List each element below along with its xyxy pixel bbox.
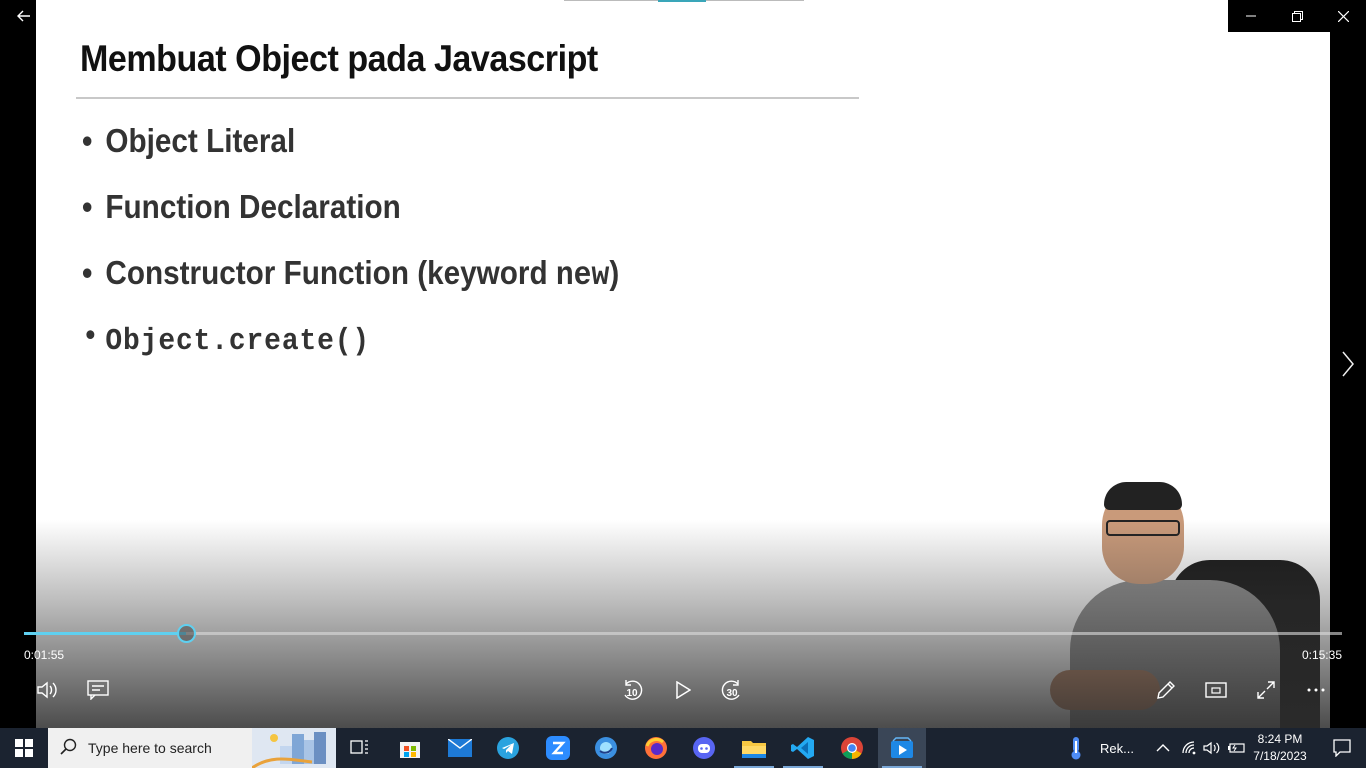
taskbar-app-browser[interactable] [582,728,630,768]
battery-icon [1228,743,1245,753]
notification-center-button[interactable] [1318,728,1366,768]
windows-logo-icon [15,739,33,757]
task-view-button[interactable] [336,728,384,768]
chrome-icon [841,737,863,759]
firefox-icon [645,737,667,759]
taskbar-app-media-player[interactable] [878,728,926,768]
slide-top-indicator [564,0,804,2]
close-button[interactable] [1320,0,1366,32]
edit-button[interactable] [1150,674,1182,706]
bullet-text: Object.create() [105,324,371,359]
slide-title: Membuat Object pada Javascript [80,38,598,79]
mail-icon [448,739,472,757]
weather-label: Rek... [1100,740,1134,756]
window-controls [1228,0,1366,32]
skip-forward-seconds: 30 [726,688,738,699]
clock-time: 8:24 PM [1257,732,1303,746]
taskbar-app-chrome[interactable] [828,728,876,768]
bullet-suffix: ) [609,254,620,291]
browser-globe-icon [595,737,617,759]
mini-view-button[interactable] [1200,674,1232,706]
show-hidden-icons-button[interactable] [1156,728,1170,768]
weather-widget[interactable]: Rek... [1066,728,1134,768]
taskbar-app-mail[interactable] [436,728,484,768]
next-slide-button[interactable] [1330,340,1366,388]
speaker-tray-icon [1203,741,1220,755]
presenter-hair [1104,482,1182,510]
taskbar-app-zoom[interactable] [534,728,582,768]
start-button[interactable] [0,728,48,768]
minimize-icon [1246,15,1256,17]
taskbar-app-file-explorer[interactable] [730,728,778,768]
slide-top-indicator-segment [658,0,706,2]
seek-bar-fill [24,632,187,635]
taskbar-clock[interactable]: 8:24 PM 7/18/2023 [1250,731,1310,765]
title-divider [76,97,859,99]
search-placeholder: Type here to search [88,740,212,756]
restore-button[interactable] [1274,0,1320,32]
back-button[interactable] [0,0,48,32]
restore-icon [1291,10,1303,22]
taskbar-app-discord[interactable] [680,728,728,768]
taskbar-app-store[interactable] [386,728,434,768]
bullet-code-keyword: new [555,257,610,294]
bullet-constructor-function: Constructor Function (keyword new) [82,254,619,320]
taskbar-app-vscode[interactable] [779,728,827,768]
network-button[interactable] [1182,728,1198,768]
bullet-text: Function Declaration [105,188,401,225]
close-icon [1337,10,1349,22]
ellipsis-icon [1307,688,1325,692]
seek-bar-thumb[interactable] [177,624,197,643]
bullet-object-create: Object.create() [82,320,619,386]
notification-icon [1333,739,1351,757]
task-view-icon [350,740,368,754]
pencil-icon [1157,681,1175,699]
captions-icon [87,680,109,700]
captions-button[interactable] [82,674,114,706]
mini-player-icon [1205,682,1227,698]
skip-back-button[interactable]: 10 [616,674,648,706]
wifi-icon [1182,741,1196,755]
skip-forward-button[interactable]: 30 [716,674,748,706]
media-player-icon [891,737,913,758]
current-time: 0:01:55 [24,648,65,662]
more-options-button[interactable] [1300,674,1332,706]
total-duration: 0:15:35 [1301,648,1342,662]
chevron-right-icon [1342,351,1354,377]
vscode-icon [791,737,814,759]
skip-back-seconds: 10 [626,688,638,699]
taskbar-app-firefox[interactable] [632,728,680,768]
minimize-button[interactable] [1228,0,1274,32]
play-button[interactable] [667,674,699,706]
media-player-window: Membuat Object pada Javascript Object Li… [0,0,1366,728]
play-icon [676,681,691,699]
chevron-up-icon [1156,744,1170,752]
slide-bullet-list: Object Literal Function Declaration Cons… [82,122,679,386]
clock-date: 7/18/2023 [1253,749,1307,763]
speaker-icon [37,681,57,699]
bullet-text: Constructor Function (keyword [105,254,556,291]
bullet-text: Object Literal [105,122,296,159]
zoom-icon [546,736,570,760]
thermometer-icon [1071,737,1081,760]
taskbar: Type here to search Rek... 8:24 PM 7/18/… [0,728,1366,768]
microsoft-store-icon [400,742,420,758]
discord-icon [693,737,715,759]
telegram-icon [497,737,519,759]
search-icon [60,738,77,755]
volume-button[interactable] [32,674,64,706]
back-arrow-icon [17,10,30,22]
taskbar-search-box[interactable]: Type here to search [48,728,336,768]
seek-bar[interactable] [24,624,1342,643]
search-highlight-icon [252,728,336,768]
folder-icon [742,741,766,758]
expand-icon [1257,681,1275,699]
fullscreen-button[interactable] [1250,674,1282,706]
bullet-object-literal: Object Literal [82,122,619,188]
battery-button[interactable] [1228,728,1246,768]
bullet-function-declaration: Function Declaration [82,188,619,254]
taskbar-app-telegram[interactable] [484,728,532,768]
volume-tray-button[interactable] [1203,728,1221,768]
